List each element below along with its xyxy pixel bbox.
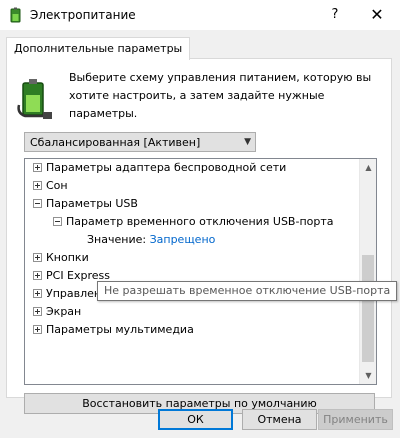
collapse-icon[interactable] bbox=[53, 217, 62, 226]
scroll-up-icon[interactable]: ▲ bbox=[360, 159, 376, 176]
ok-button[interactable]: ОК bbox=[158, 409, 233, 430]
expand-icon[interactable] bbox=[33, 307, 42, 316]
expand-icon[interactable] bbox=[33, 271, 42, 280]
apply-button[interactable]: Применить bbox=[318, 409, 393, 430]
tree-item-display[interactable]: Экран bbox=[33, 303, 81, 321]
title-bar: Электропитание ? ✕ bbox=[0, 0, 400, 30]
tree-item-value: Значение: Запрещено bbox=[87, 231, 215, 249]
expand-icon[interactable] bbox=[33, 253, 42, 262]
tree-item-label: Сон bbox=[46, 179, 68, 192]
value-label: Значение: bbox=[87, 233, 147, 246]
tree-item-usb-settings[interactable]: Параметры USB bbox=[33, 195, 138, 213]
expand-icon[interactable] bbox=[33, 163, 42, 172]
tree-item-label: Параметр временного отключения USB-порта bbox=[66, 215, 334, 228]
tree-item-sleep[interactable]: Сон bbox=[33, 177, 68, 195]
tree-item-label: Параметры адаптера беспроводной сети bbox=[46, 161, 287, 174]
expand-icon[interactable] bbox=[33, 325, 42, 334]
tree-item-label: Экран bbox=[46, 305, 82, 318]
chevron-down-icon: ▼ bbox=[244, 137, 251, 147]
tree-item-buttons[interactable]: Кнопки bbox=[33, 249, 89, 267]
help-button[interactable]: ? bbox=[312, 0, 358, 30]
tooltip: Не разрешать временное отключение USB-по… bbox=[97, 281, 398, 301]
window-title: Электропитание bbox=[30, 8, 136, 22]
tab-panel: Выберите схему управления питанием, кото… bbox=[6, 58, 398, 414]
battery-icon bbox=[10, 7, 21, 23]
scroll-thumb[interactable] bbox=[362, 255, 374, 362]
tree-item-wireless-adapter[interactable]: Параметры адаптера беспроводной сети bbox=[33, 159, 286, 177]
power-plan-dropdown[interactable]: Сбалансированная [Активен] ▼ bbox=[24, 132, 256, 152]
value-link[interactable]: Запрещено bbox=[150, 233, 216, 246]
close-button[interactable]: ✕ bbox=[354, 0, 400, 30]
tree-item-label: Параметры USB bbox=[46, 197, 138, 210]
cancel-button[interactable]: Отмена bbox=[242, 409, 317, 430]
collapse-icon[interactable] bbox=[33, 199, 42, 208]
scroll-down-icon[interactable]: ▼ bbox=[360, 367, 376, 384]
dialog-body: Дополнительные параметры Выберите схему … bbox=[0, 30, 400, 438]
tree-item-multimedia[interactable]: Параметры мультимедиа bbox=[33, 321, 194, 339]
power-plan-icon bbox=[17, 79, 52, 119]
expand-icon[interactable] bbox=[33, 289, 42, 298]
expand-icon[interactable] bbox=[33, 181, 42, 190]
tab-advanced-settings[interactable]: Дополнительные параметры bbox=[6, 37, 191, 60]
power-plan-value: Сбалансированная [Активен] bbox=[30, 136, 201, 149]
settings-tree[interactable]: Параметры адаптера беспроводной сети Сон… bbox=[24, 158, 377, 385]
tree-item-label: Кнопки bbox=[46, 251, 89, 264]
tree-item-label: Параметры мультимедиа bbox=[46, 323, 194, 336]
vertical-scrollbar[interactable]: ▲ ▼ bbox=[359, 159, 376, 384]
tree-item-usb-selective-suspend[interactable]: Параметр временного отключения USB-порта bbox=[53, 213, 334, 231]
intro-text: Выберите схему управления питанием, кото… bbox=[69, 71, 372, 120]
